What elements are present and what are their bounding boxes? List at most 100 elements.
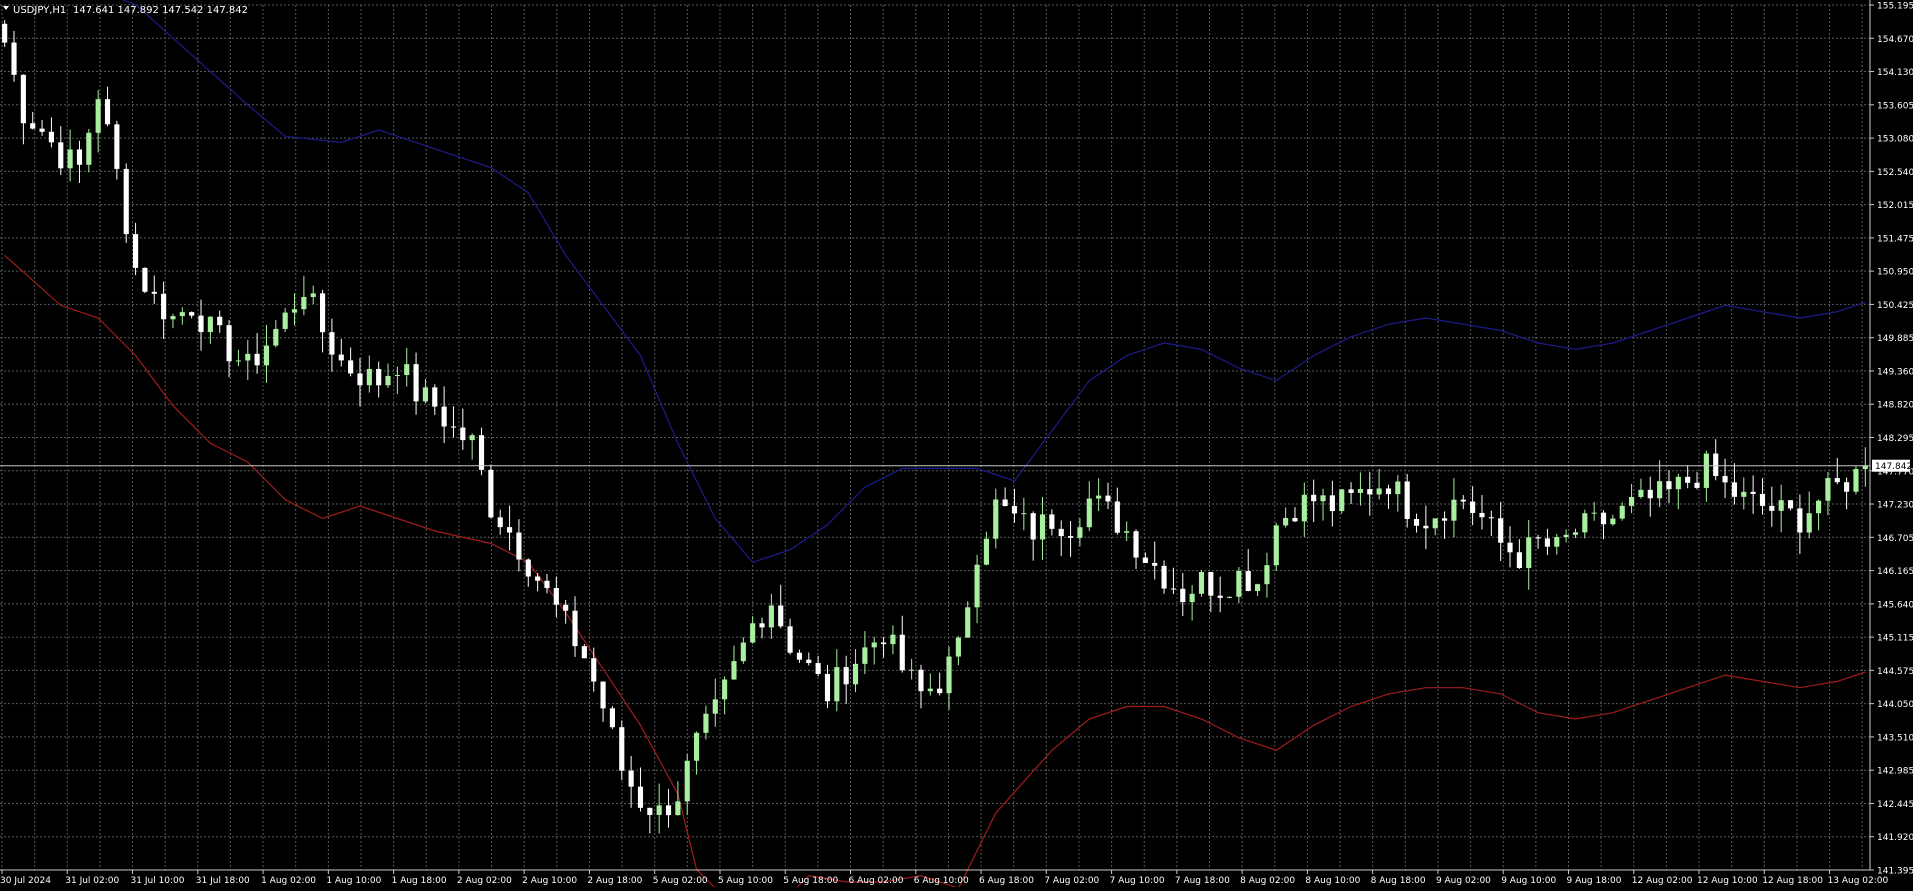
candle-body[interactable] [1572,532,1579,535]
candle-body[interactable] [852,663,859,685]
candle-body[interactable] [366,368,372,386]
candle-body[interactable] [1367,489,1373,495]
candle-body[interactable] [862,647,868,664]
candle-body[interactable] [1731,482,1737,497]
candle-body[interactable] [1385,488,1392,495]
candle-body[interactable] [1068,536,1074,538]
candle-body[interactable] [834,667,840,702]
candle-body[interactable] [1657,481,1663,499]
candle-body[interactable] [572,610,578,647]
candle-body[interactable] [310,293,316,297]
candle-body[interactable] [1507,542,1513,553]
candle-body[interactable] [1769,505,1775,511]
candle-body[interactable] [142,267,148,292]
candle-body[interactable] [1451,499,1457,521]
candle-body[interactable] [39,128,45,132]
candle-body[interactable] [217,316,223,326]
candle-body[interactable] [254,353,260,366]
candle-body[interactable] [1778,500,1784,511]
candle-body[interactable] [1685,476,1691,483]
candle-body[interactable] [1329,495,1335,512]
candle-body[interactable] [1152,562,1158,566]
candle-body[interactable] [759,623,765,628]
candle-body[interactable] [207,316,213,333]
candle-body[interactable] [600,681,606,709]
candle-body[interactable] [170,316,176,320]
candle-body[interactable] [76,149,83,165]
candle-body[interactable] [1526,537,1532,568]
candle-body[interactable] [1133,531,1139,558]
candle-body[interactable] [609,708,615,728]
candle-body[interactable] [1021,513,1027,515]
candle-body[interactable] [1806,513,1812,533]
candle-body[interactable] [114,124,120,169]
candle-body[interactable] [1086,498,1092,528]
candle-body[interactable] [1600,512,1607,525]
candle-body[interactable] [301,296,307,310]
candle-body[interactable] [1610,518,1616,525]
candle-body[interactable] [591,658,597,682]
candle-body[interactable] [553,588,559,605]
candle-body[interactable] [86,132,92,165]
candle-body[interactable] [937,688,943,694]
candle-body[interactable] [189,312,195,316]
candle-body[interactable] [993,499,999,539]
candle-body[interactable] [1395,481,1401,495]
candle-body[interactable] [983,538,989,565]
candle-body[interactable] [1039,514,1046,540]
candle-body[interactable] [628,770,634,787]
candle-body[interactable] [581,646,587,659]
candle-body[interactable] [684,760,690,802]
candle-body[interactable] [1245,570,1251,591]
candle-body[interactable] [1479,512,1485,518]
candle-body[interactable] [1703,453,1709,488]
candle-body[interactable] [133,234,139,268]
candle-body[interactable] [357,373,363,386]
candle-body[interactable] [469,435,475,441]
candle-body[interactable] [376,368,382,386]
candle-body[interactable] [1357,489,1363,493]
candle-body[interactable] [1264,565,1270,585]
candle-body[interactable] [1105,495,1111,502]
candle-body[interactable] [899,634,905,671]
candle-body[interactable] [123,168,129,235]
candle-body[interactable] [291,309,298,313]
candle-body[interactable] [441,406,447,427]
candle-body[interactable] [656,805,662,815]
candle-body[interactable] [1498,518,1504,543]
candle-body[interactable] [1011,506,1018,514]
candle-body[interactable] [712,699,718,714]
candle-body[interactable] [1198,572,1205,594]
candle-body[interactable] [1442,518,1448,521]
candle-body[interactable] [1862,465,1868,470]
candle-body[interactable] [1208,572,1214,596]
candle-body[interactable] [955,637,961,657]
candle-body[interactable] [647,807,653,815]
candle-body[interactable] [1114,501,1120,533]
candle-body[interactable] [1432,518,1438,529]
candle-body[interactable] [1189,593,1195,603]
candle-body[interactable] [67,149,73,169]
candle-body[interactable] [478,435,485,470]
candle-body[interactable] [104,99,111,125]
candle-body[interactable] [1582,513,1588,533]
candle-body[interactable] [1797,508,1803,533]
candle-body[interactable] [58,142,64,169]
candle-body[interactable] [619,727,625,771]
candle-body[interactable] [1516,552,1522,568]
candle-body[interactable] [1722,476,1728,483]
candle-body[interactable] [927,688,933,692]
candle-body[interactable] [1002,499,1008,507]
candle-body[interactable] [1301,494,1307,522]
candle-body[interactable] [881,642,887,645]
candle-body[interactable] [1750,491,1756,494]
candle-body[interactable] [1423,525,1429,529]
candle-body[interactable] [1049,514,1055,529]
candle-body[interactable] [1077,527,1083,538]
candle-body[interactable] [965,607,971,638]
candle-body[interactable] [1030,513,1036,540]
candle-body[interactable] [394,375,400,377]
candle-body[interactable] [750,623,756,643]
candle-body[interactable] [909,669,915,671]
candle-body[interactable] [1554,537,1560,547]
